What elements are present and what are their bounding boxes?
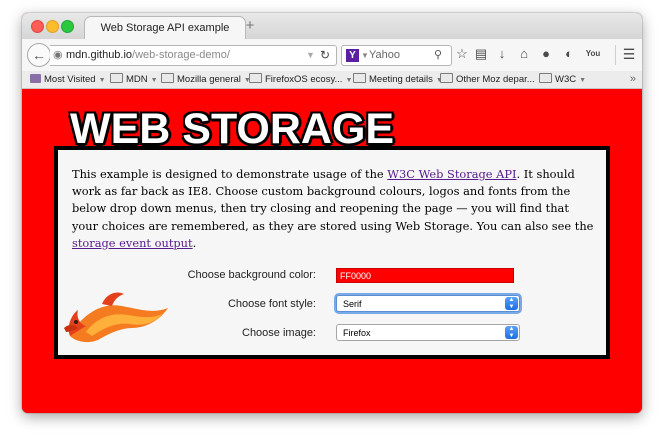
font-style-value: Serif — [343, 299, 362, 309]
chevron-down-icon: ▼ — [150, 77, 158, 84]
folder-icon — [440, 73, 453, 83]
browser-window: Web Storage API example + ← ◉ mdn.github… — [22, 13, 642, 413]
intro-paragraph: This example is designed to demonstrate … — [72, 166, 594, 252]
sync-icon[interactable]: ◐ — [561, 46, 577, 62]
search-placeholder: Yahoo — [369, 49, 400, 61]
bookmarks-toolbar: Most Visited ▼ MDN ▼ Mozilla general ▼ Fire… — [22, 71, 642, 89]
globe-icon: ◉ — [53, 49, 63, 61]
bookmarks-overflow-icon[interactable]: » — [630, 71, 636, 88]
zoom-window-button[interactable] — [61, 20, 74, 33]
image-label: Choose image: — [242, 327, 316, 339]
content-panel: This example is designed to demonstrate … — [54, 146, 610, 359]
page-content: WEB STORAGE This example is designed to … — [22, 89, 642, 413]
bookmark-mozilla-general[interactable]: Mozilla general ▼ — [161, 71, 251, 89]
tab-title: Web Storage API example — [100, 22, 230, 34]
font-style-select[interactable]: Serif ▲ ▼ — [336, 295, 520, 312]
youtube-icon[interactable]: You — [585, 46, 601, 62]
chevron-down-icon: ▼ — [579, 77, 587, 84]
search-engine-dropdown-icon[interactable]: ▼ — [361, 46, 369, 65]
w3c-web-storage-link[interactable]: W3C Web Storage API — [387, 167, 516, 181]
back-arrow-icon: ← — [32, 47, 46, 63]
yahoo-icon[interactable]: Y — [346, 49, 359, 62]
toolbar-separator — [615, 45, 616, 65]
bookmark-mdn[interactable]: MDN ▼ — [110, 71, 158, 89]
search-bar[interactable]: Y ▼ Yahoo ⚲ — [341, 45, 452, 66]
select-arrows-icon: ▲ ▼ — [505, 326, 518, 339]
bookmark-label: Mozilla general — [177, 74, 241, 85]
most-visited-icon — [30, 74, 41, 83]
close-window-button[interactable] — [31, 20, 44, 33]
storage-event-output-link[interactable]: storage event output — [72, 236, 193, 250]
bookmark-w3c[interactable]: W3C ▼ — [539, 71, 586, 89]
bookmark-label: Meeting details — [369, 74, 433, 85]
image-select[interactable]: Firefox ▲ ▼ — [336, 324, 520, 341]
image-value: Firefox — [343, 328, 371, 338]
intro-text: This example is designed to demonstrate … — [72, 167, 388, 181]
folder-icon — [249, 73, 262, 83]
tab-strip: Web Storage API example + — [22, 13, 642, 40]
bookmark-meeting-details[interactable]: Meeting details▼ — [353, 71, 443, 89]
home-icon[interactable]: ⌂ — [516, 46, 532, 62]
search-icon[interactable]: ⚲ — [434, 46, 442, 65]
url-path: /web-storage-demo/ — [132, 49, 230, 61]
menu-icon[interactable]: ☰ — [621, 46, 637, 62]
reading-list-icon[interactable]: ▤ — [473, 46, 489, 62]
folder-icon — [353, 73, 366, 83]
bookmark-label: FirefoxOS ecosy... — [265, 74, 343, 85]
chevron-down-icon: ▼ — [345, 77, 353, 84]
bookmark-most-visited[interactable]: Most Visited ▼ — [30, 71, 106, 89]
chat-icon[interactable]: ● — [538, 46, 554, 62]
select-arrows-icon: ▲ ▼ — [505, 297, 518, 310]
bookmark-firefoxos[interactable]: FirefoxOS ecosy... ▼ — [249, 71, 352, 89]
back-button[interactable]: ← — [27, 43, 51, 67]
url-text: mdn.github.io/web-storage-demo/ — [66, 46, 230, 65]
bookmark-label: Most Visited — [44, 74, 96, 85]
chevron-down-icon: ▼ — [98, 77, 106, 84]
bookmark-label: Other Moz depar... — [456, 74, 535, 85]
url-bar[interactable]: ◉ mdn.github.io/web-storage-demo/ ▼ ↻ — [50, 45, 337, 66]
folder-icon — [110, 73, 123, 83]
intro-text: . — [192, 235, 197, 250]
minimize-window-button[interactable] — [46, 20, 59, 33]
tab-web-storage[interactable]: Web Storage API example — [84, 16, 246, 40]
bg-color-input[interactable]: FF0000 — [336, 268, 514, 283]
url-dropdown-icon[interactable]: ▼ — [306, 46, 315, 65]
folder-icon — [539, 73, 552, 83]
bookmark-other-moz[interactable]: Other Moz depar...▼ — [440, 71, 545, 89]
folder-icon — [161, 73, 174, 83]
reload-icon[interactable]: ↻ — [320, 46, 330, 65]
url-host: mdn.github.io — [66, 49, 133, 61]
bg-color-label: Choose background color: — [187, 269, 316, 281]
new-tab-button[interactable]: + — [242, 17, 258, 35]
font-style-label: Choose font style: — [227, 298, 316, 310]
navigation-toolbar: ← ◉ mdn.github.io/web-storage-demo/ ▼ ↻ … — [22, 39, 642, 72]
firefox-logo — [64, 292, 168, 343]
download-icon[interactable]: ↓ — [494, 46, 510, 62]
bookmark-label: W3C — [555, 74, 577, 85]
bookmark-label: MDN — [126, 74, 148, 85]
star-icon[interactable]: ☆ — [454, 46, 470, 62]
page-title: WEB STORAGE — [70, 105, 395, 153]
